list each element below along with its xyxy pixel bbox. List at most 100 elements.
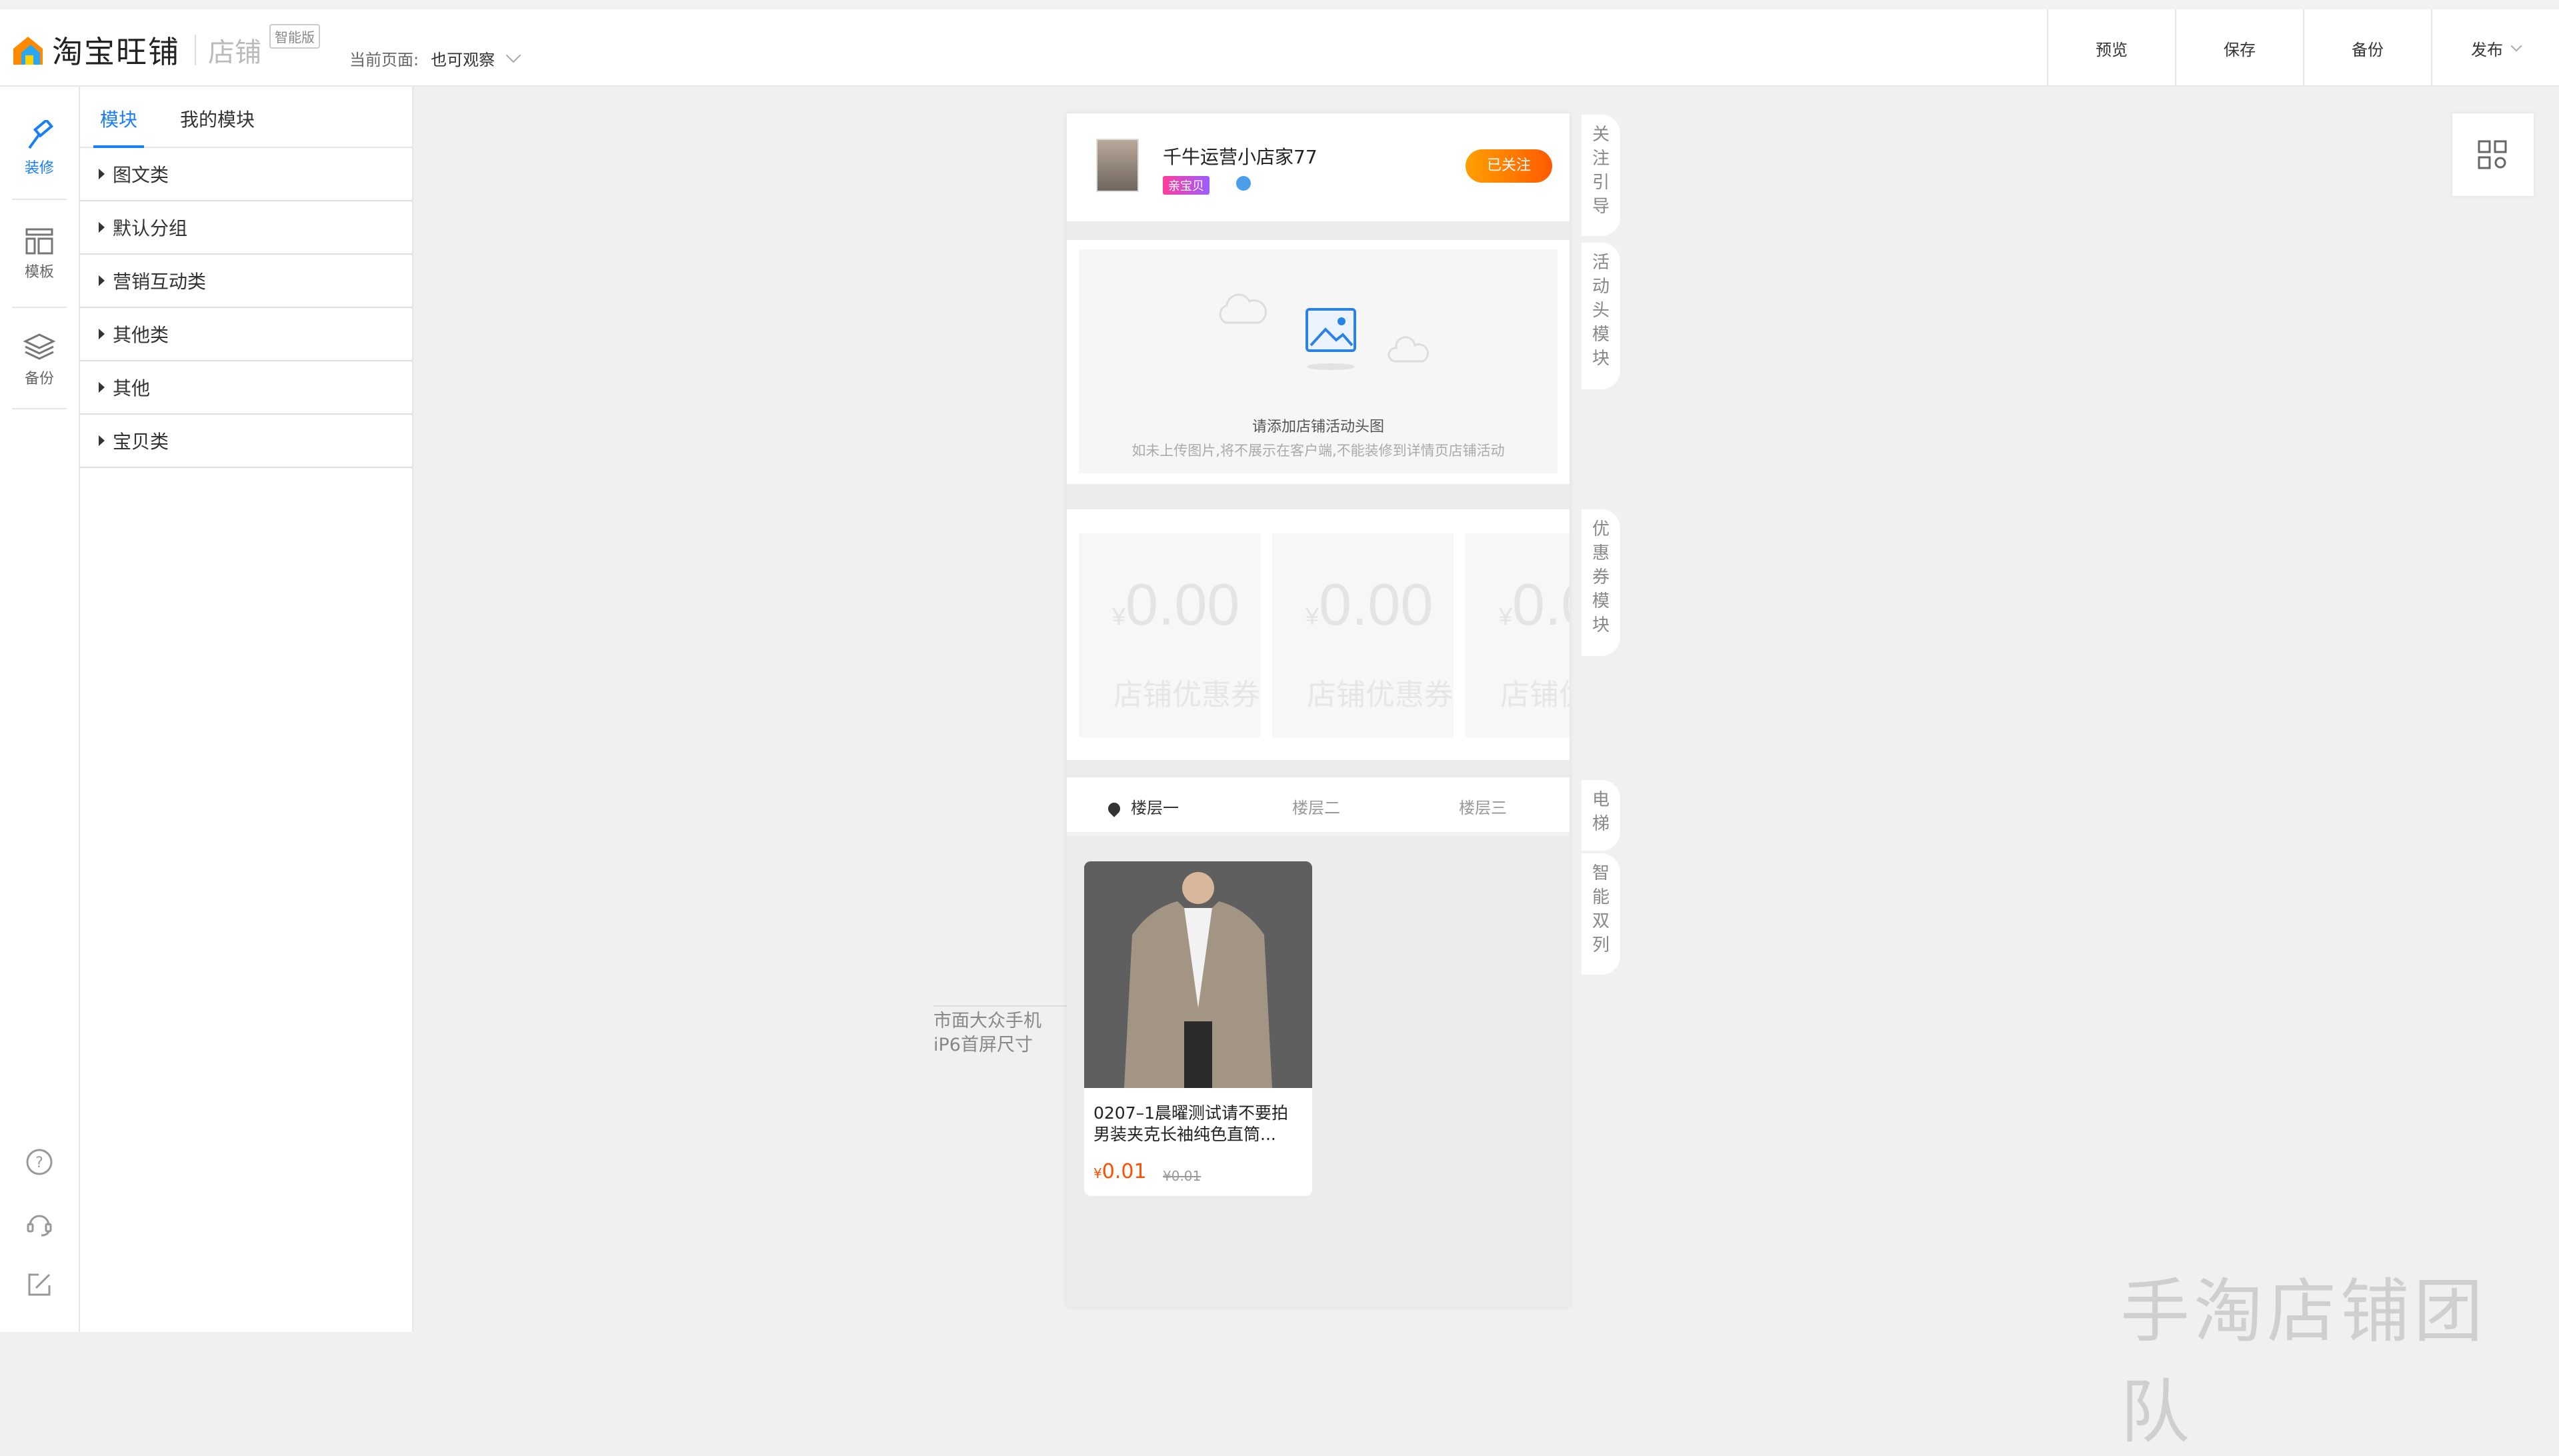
coupon-amount: ¥0.00 (1112, 571, 1239, 639)
backup-label: 备份 (2352, 40, 2384, 59)
shop-avatar (1096, 139, 1139, 192)
edition-badge: 智能版 (269, 24, 320, 49)
screen-size-label: 市面大众手机 iP6首屏尺寸 (933, 1009, 1041, 1057)
floor-tab-2[interactable]: 楼层二 (1292, 795, 1340, 818)
publish-button[interactable]: 发布 (2431, 9, 2559, 87)
caret-right-icon (99, 275, 105, 286)
floor-tab-3[interactable]: 楼层三 (1459, 795, 1507, 818)
category-item[interactable]: 营销互动类 (80, 255, 412, 308)
save-button[interactable]: 保存 (2175, 9, 2303, 87)
current-page-selector[interactable]: 当前页面: 也可观察 (349, 47, 521, 70)
coupon-value: 0.00 (1512, 571, 1570, 637)
banner-subtitle: 如未上传图片,将不展示在客户端,不能装修到详情页店铺活动 (1131, 443, 1505, 459)
nav-item-decorate[interactable]: 装修 (12, 118, 67, 177)
side-tab-coupon[interactable]: 优惠券模块 (1582, 509, 1620, 656)
grid-settings-icon (2478, 140, 2507, 169)
side-tab-label: 关注引导 (1592, 125, 1610, 217)
app-name: 淘宝旺铺 (52, 34, 180, 70)
publish-label: 发布 (2471, 40, 2503, 59)
activity-banner-module[interactable]: 请添加店铺活动头图 如未上传图片,将不展示在客户端,不能装修到详情页店铺活动 (1067, 240, 1570, 484)
coupon-card: ¥0.00 店铺优惠券 (1079, 533, 1260, 737)
nav-item-label: 备份 (24, 371, 54, 387)
caret-right-icon (99, 382, 105, 393)
app-logo[interactable]: 淘宝旺铺 店铺 (11, 27, 261, 73)
save-label: 保存 (2224, 40, 2256, 59)
screen-size-label-line2: iP6首屏尺寸 (933, 1035, 1033, 1055)
category-item[interactable]: 图文类 (80, 148, 412, 201)
coupon-card: ¥0.00 店铺优惠券 (1272, 533, 1454, 737)
side-tab-label: 活动头模块 (1592, 253, 1610, 369)
side-tab-label: 智能双列 (1592, 863, 1610, 955)
cloud-icon (1219, 293, 1267, 324)
category-label: 其他 (113, 377, 151, 399)
edit-icon[interactable] (25, 1271, 53, 1299)
top-bar: 淘宝旺铺 店铺 智能版 当前页面: 也可观察 预览 保存 备份 发布 (0, 0, 2559, 87)
cloud-icon (1388, 336, 1429, 363)
nav-item-label: 模板 (24, 264, 54, 281)
coupon-label: 店铺优惠券 (1307, 678, 1454, 712)
nav-item-template[interactable]: 模板 (12, 224, 67, 281)
nav-item-label: 装修 (24, 160, 54, 177)
nav-divider (12, 408, 67, 409)
caret-right-icon (99, 435, 105, 446)
chevron-down-icon (505, 47, 521, 63)
taobao-logo-icon (11, 33, 45, 67)
module-panel: 模块 我的模块 图文类 默认分组 营销互动类 其他类 其他 宝贝类 (80, 87, 413, 1332)
customer-service-icon[interactable] (25, 1209, 53, 1237)
banner-title: 请添加店铺活动头图 (1251, 419, 1384, 435)
left-nav: 装修 模板 备份 ? (0, 87, 80, 1332)
tab-my-modules[interactable]: 我的模块 (180, 105, 255, 147)
help-icon[interactable]: ? (25, 1148, 53, 1176)
product-original-price: ¥0.01 (1163, 1168, 1201, 1184)
nav-item-backup[interactable]: 备份 (12, 331, 67, 388)
price-currency: ¥ (1093, 1165, 1102, 1181)
shop-tag-badge: 亲宝贝 (1163, 176, 1209, 195)
tab-modules[interactable]: 模块 (93, 105, 145, 148)
screen-size-label-line1: 市面大众手机 (933, 1011, 1041, 1031)
coupon-value: 0.00 (1319, 571, 1434, 637)
coupon-value: 0.00 (1125, 571, 1240, 637)
backup-button[interactable]: 备份 (2303, 9, 2431, 87)
preview-button[interactable]: 预览 (2047, 9, 2175, 87)
coupon-currency: ¥ (1499, 603, 1513, 630)
coupon-currency: ¥ (1306, 603, 1320, 630)
category-item[interactable]: 默认分组 (80, 201, 412, 255)
svg-text:?: ? (35, 1155, 43, 1171)
category-item[interactable]: 宝贝类 (80, 415, 412, 468)
module-settings-button[interactable] (2452, 113, 2534, 196)
side-tab-follow-guide[interactable]: 关注引导 (1582, 115, 1620, 236)
category-item[interactable]: 其他 (80, 361, 412, 415)
template-icon (23, 224, 56, 257)
caret-right-icon (99, 169, 105, 179)
coupon-currency: ¥ (1112, 603, 1126, 630)
side-tab-activity-header[interactable]: 活动头模块 (1582, 243, 1620, 389)
caret-right-icon (99, 222, 105, 233)
price-value: 0.01 (1101, 1160, 1147, 1183)
shop-header-module[interactable]: 千牛运营小店家77 亲宝贝 已关注 (1067, 113, 1570, 221)
side-tab-smart-double-column[interactable]: 智能双列 (1582, 853, 1620, 975)
coupon-amount: ¥0.00 (1499, 571, 1570, 639)
screen-size-line (933, 1005, 1067, 1007)
phone-preview: 千牛运营小店家77 亲宝贝 已关注 请添加店铺活动头图 如未上传图片,将不展示在… (1067, 113, 1570, 1307)
floor-tab-1[interactable]: 楼层一 (1105, 795, 1179, 818)
preview-label: 预览 (2096, 40, 2128, 59)
coupon-label: 店铺优惠券 (1500, 678, 1570, 712)
side-tab-elevator[interactable]: 电梯 (1582, 780, 1620, 851)
category-label: 其他类 (113, 324, 169, 346)
nav-divider (12, 199, 67, 200)
side-tab-label: 电梯 (1592, 790, 1610, 834)
product-card[interactable]: 0207–1晨曜测试请不要拍男装夹克长袖纯色直筒... ¥0.01 ¥0.01 (1084, 861, 1312, 1196)
coupon-module[interactable]: ¥0.00 店铺优惠券 ¥0.00 店铺优惠券 ¥0.00 店铺优惠券 (1067, 509, 1570, 760)
coupon-label: 店铺优惠券 (1113, 678, 1260, 712)
category-label: 宝贝类 (113, 431, 169, 453)
category-item[interactable]: 其他类 (80, 308, 412, 361)
current-page-label: 当前页面: (349, 51, 419, 69)
side-tab-label: 优惠券模块 (1592, 519, 1610, 635)
panel-tabs: 模块 我的模块 (80, 87, 412, 148)
floor-elevator-module[interactable]: 楼层一 楼层二 楼层三 (1067, 777, 1570, 836)
location-pin-icon (1105, 800, 1123, 817)
follow-button[interactable]: 已关注 (1466, 149, 1552, 183)
coupon-amount: ¥0.00 (1306, 571, 1433, 639)
product-title: 0207–1晨曜测试请不要拍男装夹克长袖纯色直筒... (1093, 1103, 1289, 1144)
layers-icon (23, 331, 56, 364)
